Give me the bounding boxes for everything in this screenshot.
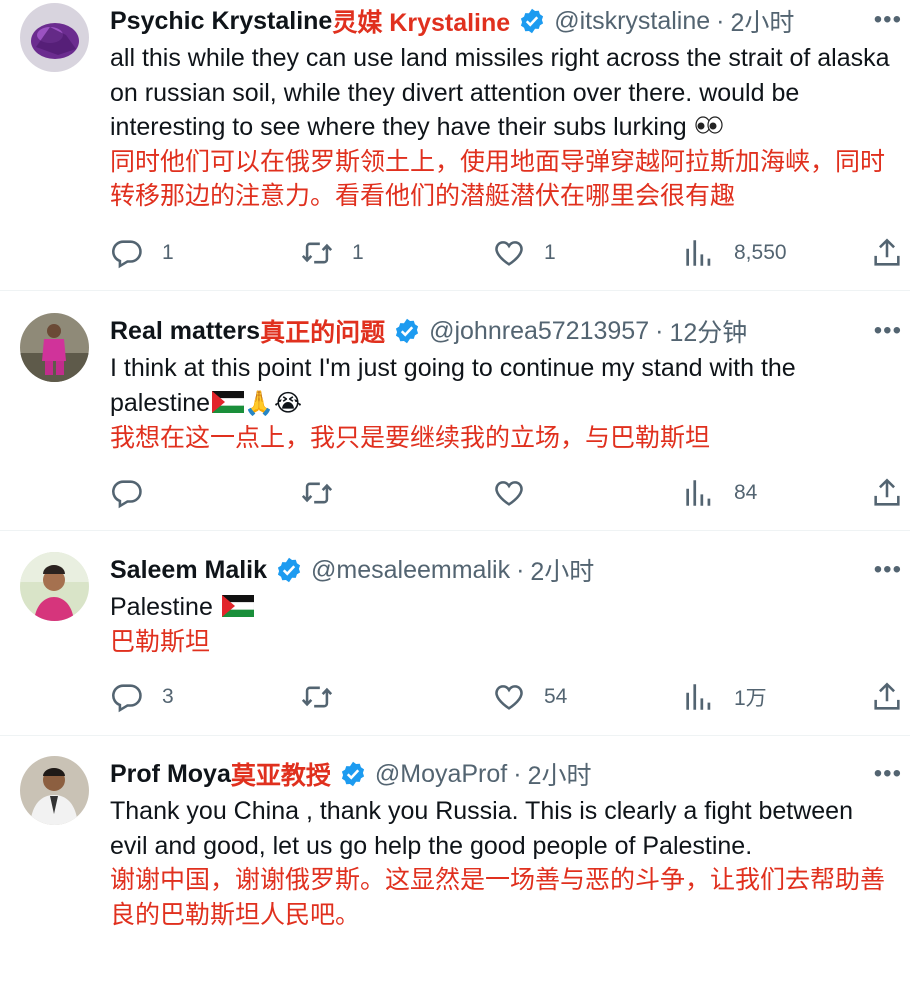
tweet-text: Palestine xyxy=(110,590,910,625)
views-button[interactable]: 1万 xyxy=(682,680,767,714)
reply-icon xyxy=(110,680,144,714)
heart-icon xyxy=(492,476,526,510)
reply-icon xyxy=(110,236,144,270)
tweet-text-content: Palestine xyxy=(110,593,213,621)
reply-button[interactable]: 1 xyxy=(110,236,174,270)
retweet-icon xyxy=(300,236,334,270)
user-handle[interactable]: @itskrystaline xyxy=(554,7,710,36)
share-button[interactable] xyxy=(870,236,910,270)
views-count: 8,550 xyxy=(734,241,787,264)
display-name[interactable]: Saleem Malik xyxy=(110,556,267,585)
tweet-translation: 同时他们可以在俄罗斯领土上，使用地面导弹穿越阿拉斯加海峡，同时转移那边的注意力。… xyxy=(110,147,886,211)
views-icon xyxy=(682,680,716,714)
timestamp[interactable]: 2小时 xyxy=(530,552,594,588)
separator-dot: · xyxy=(516,555,525,584)
retweet-button[interactable] xyxy=(300,680,352,714)
action-bar: 84 xyxy=(110,473,902,513)
tweet-1[interactable]: Psychic Krystaline 灵媒 Krystaline @itskry… xyxy=(0,0,910,291)
tweet-translation: 谢谢中国，谢谢俄罗斯。这显然是一场善与恶的斗争，让我们去帮助善良的巴勒斯坦人民吧… xyxy=(110,866,886,929)
more-icon[interactable]: ••• xyxy=(874,319,902,343)
tweet-header: Psychic Krystaline 灵媒 Krystaline @itskry… xyxy=(110,0,910,41)
tweet-3[interactable]: Saleem Malik @mesaleemmalik · 2小时 ••• Pa… xyxy=(0,531,910,736)
timestamp[interactable]: 2小时 xyxy=(731,3,795,39)
user-handle[interactable]: @mesaleemmalik xyxy=(311,556,510,585)
tweet-translation: 巴勒斯坦 xyxy=(110,627,211,656)
views-icon xyxy=(682,476,716,510)
share-button[interactable] xyxy=(870,680,910,714)
more-icon[interactable]: ••• xyxy=(874,558,902,582)
verified-badge-icon xyxy=(275,556,303,584)
eyes-emoji xyxy=(694,113,724,141)
action-bar: 1 1 1 8,550 xyxy=(110,233,902,273)
views-count: 1万 xyxy=(734,687,767,710)
like-count: 54 xyxy=(544,685,568,708)
tweet-text-content: all this while they can use land missile… xyxy=(110,44,890,141)
more-icon[interactable]: ••• xyxy=(874,762,902,786)
palestine-flag-emoji xyxy=(222,595,254,617)
display-name[interactable]: Real matters xyxy=(110,317,260,346)
action-bar: 3 54 1万 xyxy=(110,677,902,717)
share-button[interactable] xyxy=(870,476,910,510)
heart-icon xyxy=(492,680,526,714)
user-handle[interactable]: @johnrea57213957 xyxy=(429,317,649,346)
avatar[interactable] xyxy=(20,3,89,72)
heart-icon xyxy=(492,236,526,270)
like-button[interactable] xyxy=(492,476,544,510)
timestamp[interactable]: 2小时 xyxy=(528,756,592,792)
like-button[interactable]: 1 xyxy=(492,236,556,270)
reply-count: 1 xyxy=(162,241,174,264)
tweet-header: Saleem Malik @mesaleemmalik · 2小时 xyxy=(110,550,910,590)
pray-emoji: 🙏 xyxy=(244,389,274,417)
retweet-count: 1 xyxy=(352,241,364,264)
tweet-2[interactable]: Real matters 真正的问题 @johnrea57213957 · 12… xyxy=(0,291,910,531)
user-handle[interactable]: @MoyaProf xyxy=(375,760,507,789)
timestamp[interactable]: 12分钟 xyxy=(669,313,747,349)
share-icon xyxy=(870,476,904,510)
tweet-header: Prof Moya 莫亚教授 @MoyaProf · 2小时 xyxy=(110,754,910,794)
verified-badge-icon xyxy=(518,7,546,35)
retweet-icon xyxy=(300,476,334,510)
verified-badge-icon xyxy=(339,760,367,788)
share-icon xyxy=(870,680,904,714)
like-count: 1 xyxy=(544,241,556,264)
tweet-header: Real matters 真正的问题 @johnrea57213957 · 12… xyxy=(110,311,910,351)
retweet-icon xyxy=(300,680,334,714)
like-button[interactable]: 54 xyxy=(492,680,567,714)
views-count: 84 xyxy=(734,481,758,504)
tweet-4[interactable]: Prof Moya 莫亚教授 @MoyaProf · 2小时 ••• Thank… xyxy=(0,736,910,981)
separator-dot: · xyxy=(716,6,725,35)
display-name-translation: 真正的问题 xyxy=(260,319,386,347)
avatar[interactable] xyxy=(20,552,89,621)
share-icon xyxy=(870,236,904,270)
reply-button[interactable] xyxy=(110,476,162,510)
reply-count: 3 xyxy=(162,685,174,708)
display-name[interactable]: Prof Moya xyxy=(110,760,231,789)
tweet-translation: 我想在这一点上，我只是要继续我的立场，与巴勒斯坦 xyxy=(110,424,711,452)
verified-badge-icon xyxy=(393,317,421,345)
separator-dot: · xyxy=(513,759,522,788)
display-name-translation: 灵媒 Krystaline xyxy=(332,9,511,37)
display-name[interactable]: Psychic Krystaline xyxy=(110,7,332,36)
separator-dot: · xyxy=(655,316,664,345)
palestine-flag-emoji xyxy=(212,391,244,413)
more-icon[interactable]: ••• xyxy=(874,8,902,32)
tweet-text: all this while they can use land missile… xyxy=(110,41,910,145)
tweet-text: Thank you China , thank you Russia. This… xyxy=(110,797,853,860)
avatar[interactable] xyxy=(20,313,89,382)
retweet-button[interactable]: 1 xyxy=(300,236,364,270)
views-button[interactable]: 84 xyxy=(682,476,757,510)
reply-button[interactable]: 3 xyxy=(110,680,174,714)
crying-emoji: 😭 xyxy=(273,389,303,417)
retweet-button[interactable] xyxy=(300,476,352,510)
avatar[interactable] xyxy=(20,756,89,825)
reply-icon xyxy=(110,476,144,510)
views-button[interactable]: 8,550 xyxy=(682,236,787,270)
display-name-translation: 莫亚教授 xyxy=(230,762,331,790)
views-icon xyxy=(682,236,716,270)
tweet-text: I think at this point I'm just going to … xyxy=(110,351,910,421)
